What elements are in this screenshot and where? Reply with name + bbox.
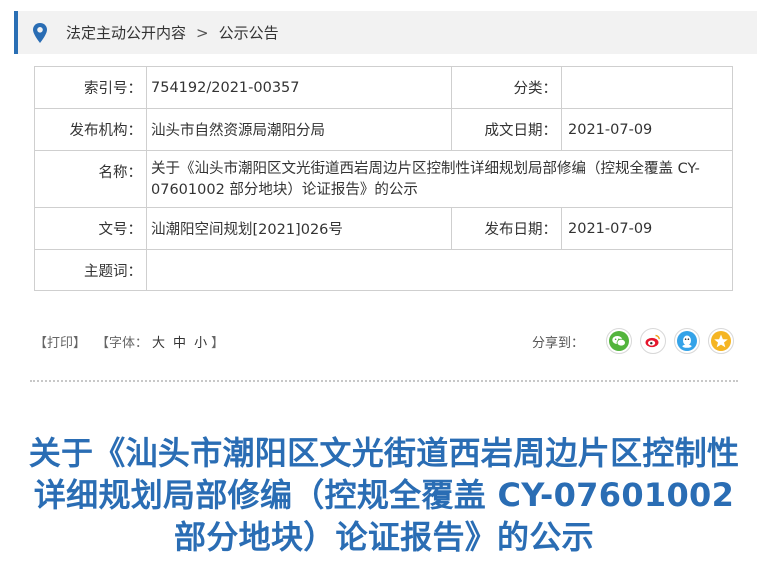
font-size-large[interactable]: 大 bbox=[152, 336, 165, 351]
article-title: 关于《汕头市潮阳区文光街道西岩周边片区控制性详细规划局部修编（控规全覆盖 CY-… bbox=[28, 434, 740, 556]
category-label: 分类： bbox=[451, 66, 562, 109]
docno-label: 文号： bbox=[34, 207, 147, 250]
document-meta-table: 索引号： 754192/2021-00357 分类： 发布机构： 汕头市自然资源… bbox=[34, 66, 733, 291]
article-toolbar: 【打印】 【字体：大中小】 分享到： bbox=[34, 324, 734, 358]
weibo-icon bbox=[643, 331, 663, 351]
share-qzone-button[interactable] bbox=[708, 328, 734, 354]
meta-row-name: 名称： 关于《汕头市潮阳区文光街道西岩周边片区控制性详细规划局部修编（控规全覆盖… bbox=[34, 150, 733, 208]
subject-value bbox=[146, 249, 733, 291]
category-value bbox=[561, 66, 733, 109]
subject-label: 主题词： bbox=[34, 249, 147, 291]
font-size-control: 【字体：大中小】 bbox=[96, 332, 224, 351]
location-pin-icon bbox=[33, 22, 47, 43]
meta-row-index: 索引号： 754192/2021-00357 分类： bbox=[34, 66, 733, 109]
meta-row-publisher: 发布机构： 汕头市自然资源局潮阳分局 成文日期： 2021-07-09 bbox=[34, 108, 733, 151]
qzone-icon bbox=[711, 331, 731, 351]
print-link[interactable]: 【打印】 bbox=[34, 332, 86, 351]
section-divider bbox=[30, 380, 738, 382]
name-value: 关于《汕头市潮阳区文光街道西岩周边片区控制性详细规划局部修编（控规全覆盖 CY-… bbox=[146, 150, 733, 208]
index-value: 754192/2021-00357 bbox=[146, 66, 452, 109]
share-label: 分享到： bbox=[531, 335, 584, 351]
published-date-label: 发布日期： bbox=[451, 207, 562, 250]
share-weibo-button[interactable] bbox=[640, 328, 666, 354]
breadcrumb-separator: > bbox=[196, 23, 209, 42]
share-wechat-button[interactable] bbox=[606, 328, 632, 354]
font-size-medium[interactable]: 中 bbox=[173, 336, 186, 351]
published-date-value: 2021-07-09 bbox=[561, 207, 733, 250]
qq-icon bbox=[677, 331, 697, 351]
name-label: 名称： bbox=[34, 150, 147, 208]
meta-row-docno: 文号： 汕潮阳空间规划[2021]026号 发布日期： 2021-07-09 bbox=[34, 207, 733, 250]
breadcrumb-item-public-content[interactable]: 法定主动公开内容 bbox=[66, 22, 186, 43]
wechat-icon bbox=[609, 331, 629, 351]
share-qq-button[interactable] bbox=[674, 328, 700, 354]
publisher-value: 汕头市自然资源局潮阳分局 bbox=[146, 108, 452, 151]
breadcrumb: 法定主动公开内容 > 公示公告 bbox=[14, 11, 757, 54]
font-size-suffix: 】 bbox=[211, 335, 225, 351]
created-date-value: 2021-07-09 bbox=[561, 108, 733, 151]
docno-value: 汕潮阳空间规划[2021]026号 bbox=[146, 207, 452, 250]
publisher-label: 发布机构： bbox=[34, 108, 147, 151]
index-label: 索引号： bbox=[34, 66, 147, 109]
breadcrumb-item-announcements[interactable]: 公示公告 bbox=[219, 22, 279, 43]
meta-row-subject: 主题词： bbox=[34, 249, 733, 291]
font-size-small[interactable]: 小 bbox=[194, 336, 207, 351]
font-size-prefix: 【字体： bbox=[96, 335, 149, 351]
created-date-label: 成文日期： bbox=[451, 108, 562, 151]
